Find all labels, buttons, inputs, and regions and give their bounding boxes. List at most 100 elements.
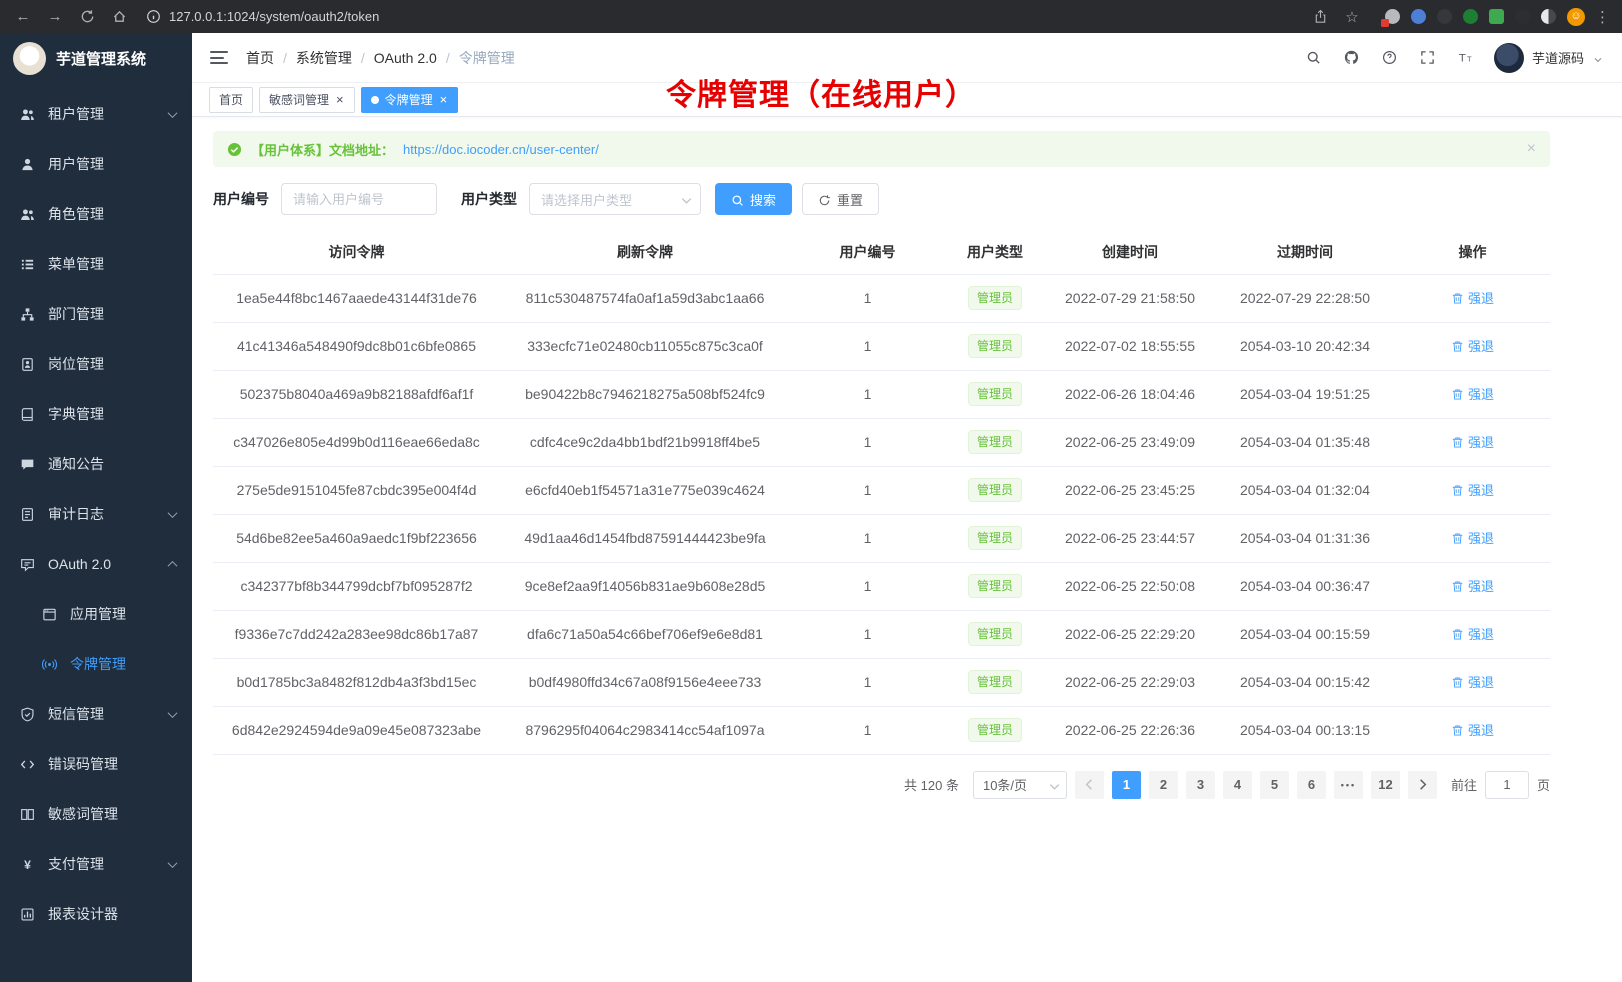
site-info-icon[interactable] [146, 9, 161, 24]
goto-page-input[interactable] [1485, 771, 1529, 799]
extension-icon[interactable] [1411, 9, 1426, 24]
trash-icon [1451, 675, 1464, 688]
forward-icon[interactable]: → [44, 6, 66, 28]
page-button-12[interactable]: 12 [1371, 771, 1400, 799]
page-button-2[interactable]: 2 [1149, 771, 1178, 799]
page-button-4[interactable]: 4 [1223, 771, 1252, 799]
sidebar-item-notice[interactable]: 通知公告 [0, 439, 192, 489]
reset-button[interactable]: 重置 [802, 183, 879, 215]
breadcrumb-separator: / [361, 50, 365, 66]
sidebar-item-label: OAuth 2.0 [48, 556, 111, 572]
user-id-input[interactable] [281, 183, 437, 215]
force-logout-button[interactable]: 强退 [1451, 624, 1494, 643]
reload-icon[interactable] [76, 6, 98, 28]
dict-book-icon [20, 406, 37, 423]
sidebar-item-post[interactable]: 岗位管理 [0, 339, 192, 389]
page-button-6[interactable]: 6 [1297, 771, 1326, 799]
share-icon[interactable] [1309, 6, 1331, 28]
font-size-icon[interactable]: TT [1456, 48, 1475, 67]
page-size-select[interactable]: 10条/页 [973, 771, 1067, 799]
user-id-cell: 1 [790, 370, 945, 418]
search-button[interactable]: 搜索 [715, 183, 792, 215]
user-id-cell: 1 [790, 418, 945, 466]
access-token-cell: c342377bf8b344799dcbf7bf095287f2 [213, 562, 500, 610]
extension-icon[interactable] [1463, 9, 1478, 24]
back-icon[interactable]: ← [12, 6, 34, 28]
extension-icon[interactable] [1385, 9, 1400, 24]
refresh-token-cell: b0df4980ffd34c67a08f9156e4eee733 [500, 658, 790, 706]
pagination-ellipsis-button[interactable]: ••• [1334, 771, 1363, 799]
chevron-down-icon [1047, 779, 1060, 792]
user-id-cell: 1 [790, 322, 945, 370]
search-icon[interactable] [1304, 48, 1323, 67]
sidebar-item-dept[interactable]: 部门管理 [0, 289, 192, 339]
sidebar-item-sms[interactable]: 短信管理 [0, 689, 192, 739]
collapse-sidebar-icon[interactable] [210, 51, 228, 64]
force-logout-button[interactable]: 强退 [1451, 720, 1494, 739]
force-logout-button[interactable]: 强退 [1451, 288, 1494, 307]
tab-close-icon[interactable]: × [439, 93, 449, 106]
fullscreen-icon[interactable] [1418, 48, 1437, 67]
extension-icon[interactable] [1489, 9, 1504, 24]
sidebar-item-oauth2-token[interactable]: 令牌管理 [0, 639, 192, 689]
sidebar-item-oauth2-application[interactable]: 应用管理 [0, 589, 192, 639]
sidebar-item-pay[interactable]: ¥支付管理 [0, 839, 192, 889]
force-logout-button[interactable]: 强退 [1451, 528, 1494, 547]
action-cell: 强退 [1395, 370, 1550, 418]
tab-close-icon[interactable]: × [335, 93, 345, 106]
sidebar-item-report-designer[interactable]: 报表设计器 [0, 889, 192, 939]
user-menu[interactable]: 芋道源码 [1494, 43, 1604, 73]
sidebar-item-audit-log[interactable]: 审计日志 [0, 489, 192, 539]
address-bar[interactable]: 127.0.0.1:1024/system/oauth2/token [140, 9, 1309, 24]
next-page-button[interactable] [1408, 771, 1437, 799]
force-logout-button[interactable]: 强退 [1451, 384, 1494, 403]
page-button-3[interactable]: 3 [1186, 771, 1215, 799]
alert-close-icon[interactable]: × [1527, 141, 1536, 157]
sidebar-item-dict[interactable]: 字典管理 [0, 389, 192, 439]
force-logout-button[interactable]: 强退 [1451, 480, 1494, 499]
user-type-badge: 管理员 [968, 526, 1022, 550]
tab-token[interactable]: 令牌管理× [361, 87, 459, 113]
page-button-1[interactable]: 1 [1112, 771, 1141, 799]
prev-page-button[interactable] [1075, 771, 1104, 799]
force-logout-button[interactable]: 强退 [1451, 672, 1494, 691]
sidebar-item-menu[interactable]: 菜单管理 [0, 239, 192, 289]
sidebar-item-role[interactable]: 角色管理 [0, 189, 192, 239]
user-id-cell: 1 [790, 466, 945, 514]
doc-link[interactable]: https://doc.iocoder.cn/user-center/ [403, 142, 599, 157]
sidebar-item-oauth2[interactable]: OAuth 2.0 [0, 539, 192, 589]
force-logout-button[interactable]: 强退 [1451, 432, 1494, 451]
bookmark-star-icon[interactable]: ☆ [1341, 6, 1363, 28]
refresh-token-cell: be90422b8c7946218275a508bf524fc9 [500, 370, 790, 418]
sidebar-item-tenant[interactable]: 租户管理 [0, 89, 192, 139]
browser-chrome: ← → 127.0.0.1:1024/system/oauth2/token ☆… [0, 0, 1622, 33]
extension-icon[interactable] [1437, 9, 1452, 24]
sidebar-item-label: 报表设计器 [48, 904, 118, 924]
app-logo[interactable]: 芋道管理系统 [0, 33, 192, 83]
extension-icon[interactable] [1515, 9, 1530, 24]
tab-sensitive-word[interactable]: 敏感词管理× [259, 87, 355, 113]
user-type-select[interactable]: 请选择用户类型 [529, 183, 701, 215]
sidebar-item-sensitive-word[interactable]: 敏感词管理 [0, 789, 192, 839]
column-header-4: 创建时间 [1045, 231, 1215, 274]
svg-text:T: T [1467, 55, 1472, 64]
sidebar-item-user[interactable]: 用户管理 [0, 139, 192, 189]
page-button-5[interactable]: 5 [1260, 771, 1289, 799]
force-logout-button[interactable]: 强退 [1451, 576, 1494, 595]
browser-profile-avatar[interactable]: ☺ [1567, 8, 1585, 26]
table-row: 502375b8040a469a9b82188afdf6af1fbe90422b… [213, 370, 1550, 418]
user-type-cell: 管理员 [945, 274, 1045, 322]
github-icon[interactable] [1342, 48, 1361, 67]
extension-icon[interactable] [1541, 9, 1556, 24]
breadcrumb-item[interactable]: 首页 [246, 48, 274, 68]
breadcrumb-item[interactable]: OAuth 2.0 [374, 50, 437, 66]
browser-menu-icon[interactable]: ⋮ [1595, 8, 1610, 26]
column-header-2: 用户编号 [790, 231, 945, 274]
breadcrumb-item[interactable]: 系统管理 [296, 48, 352, 68]
docs-question-icon[interactable] [1380, 48, 1399, 67]
force-logout-button[interactable]: 强退 [1451, 336, 1494, 355]
sidebar-item-label: 岗位管理 [48, 354, 104, 374]
tab-home[interactable]: 首页 [209, 87, 253, 113]
sidebar-item-error-code[interactable]: 错误码管理 [0, 739, 192, 789]
home-icon[interactable] [108, 6, 130, 28]
